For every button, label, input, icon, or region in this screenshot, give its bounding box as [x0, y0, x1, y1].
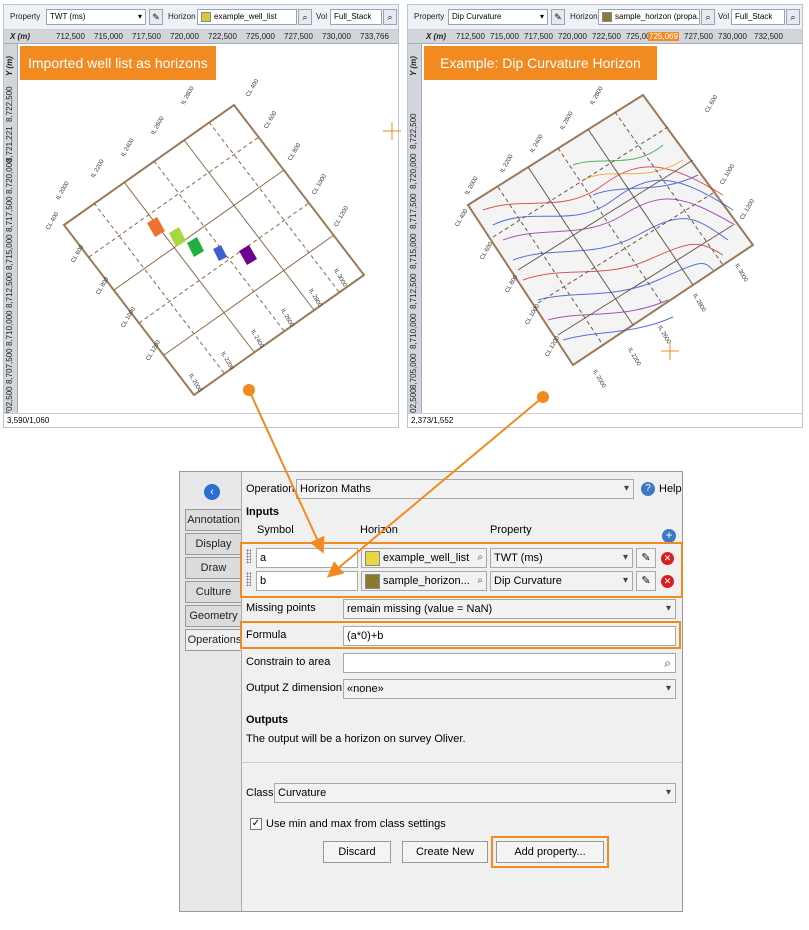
callout-arrows	[243, 384, 549, 578]
